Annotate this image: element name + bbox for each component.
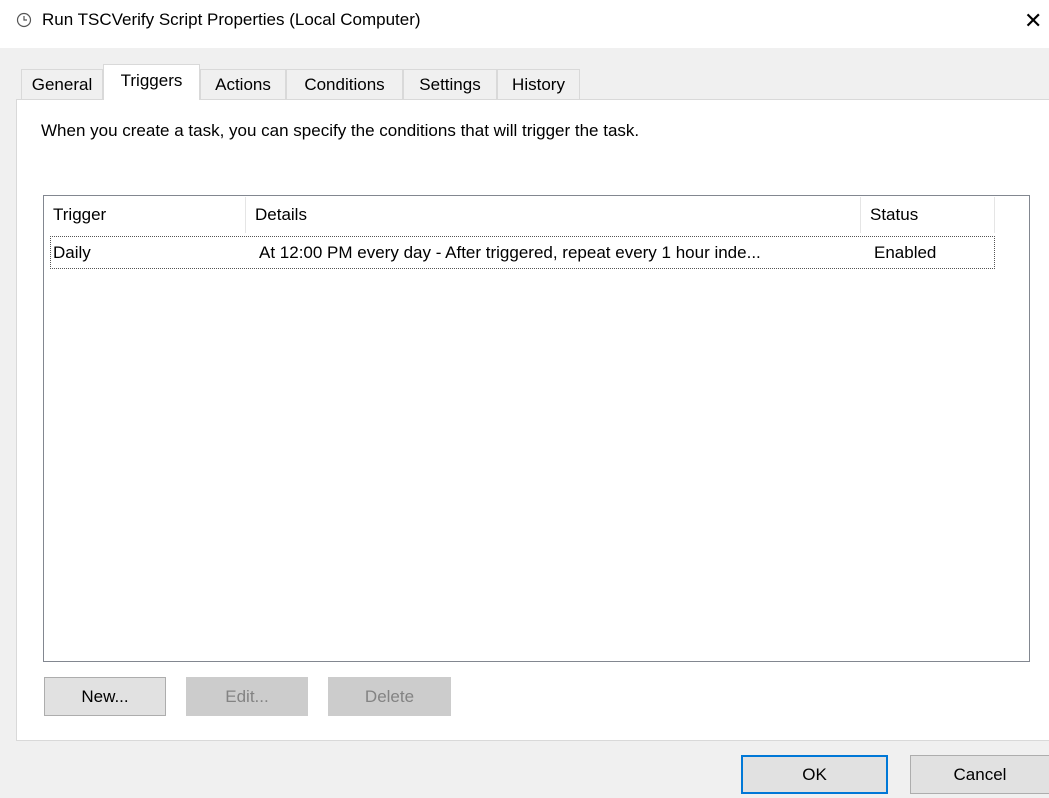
table-row[interactable]: Daily At 12:00 PM every day - After trig… (50, 236, 995, 269)
tab-triggers[interactable]: Triggers (103, 64, 200, 100)
delete-trigger-button[interactable]: Delete (328, 677, 451, 716)
column-header-details[interactable]: Details (246, 197, 861, 233)
tab-actions[interactable]: Actions (200, 69, 286, 99)
clock-icon (16, 12, 32, 28)
tab-history[interactable]: History (497, 69, 580, 99)
close-icon: ✕ (1024, 8, 1043, 33)
column-header-trigger[interactable]: Trigger (44, 197, 246, 233)
tab-conditions[interactable]: Conditions (286, 69, 403, 99)
tab-settings[interactable]: Settings (403, 69, 497, 99)
new-trigger-button[interactable]: New... (44, 677, 166, 716)
close-button[interactable]: ✕ (1024, 4, 1049, 38)
column-header-status[interactable]: Status (861, 197, 995, 233)
triggers-list[interactable]: Trigger Details Status Daily At 12:00 PM… (43, 195, 1030, 662)
title-bar: Run TSCVerify Script Properties (Local C… (0, 0, 1049, 48)
row-details: At 12:00 PM every day - After triggered,… (259, 243, 761, 262)
tab-general[interactable]: General (21, 69, 103, 99)
edit-trigger-button[interactable]: Edit... (186, 677, 308, 716)
ok-button[interactable]: OK (741, 755, 888, 794)
cancel-button[interactable]: Cancel (910, 755, 1049, 794)
row-status: Enabled (874, 243, 937, 262)
triggers-description: When you create a task, you can specify … (41, 121, 640, 140)
window-title: Run TSCVerify Script Properties (Local C… (42, 10, 421, 29)
row-trigger: Daily (53, 243, 91, 262)
